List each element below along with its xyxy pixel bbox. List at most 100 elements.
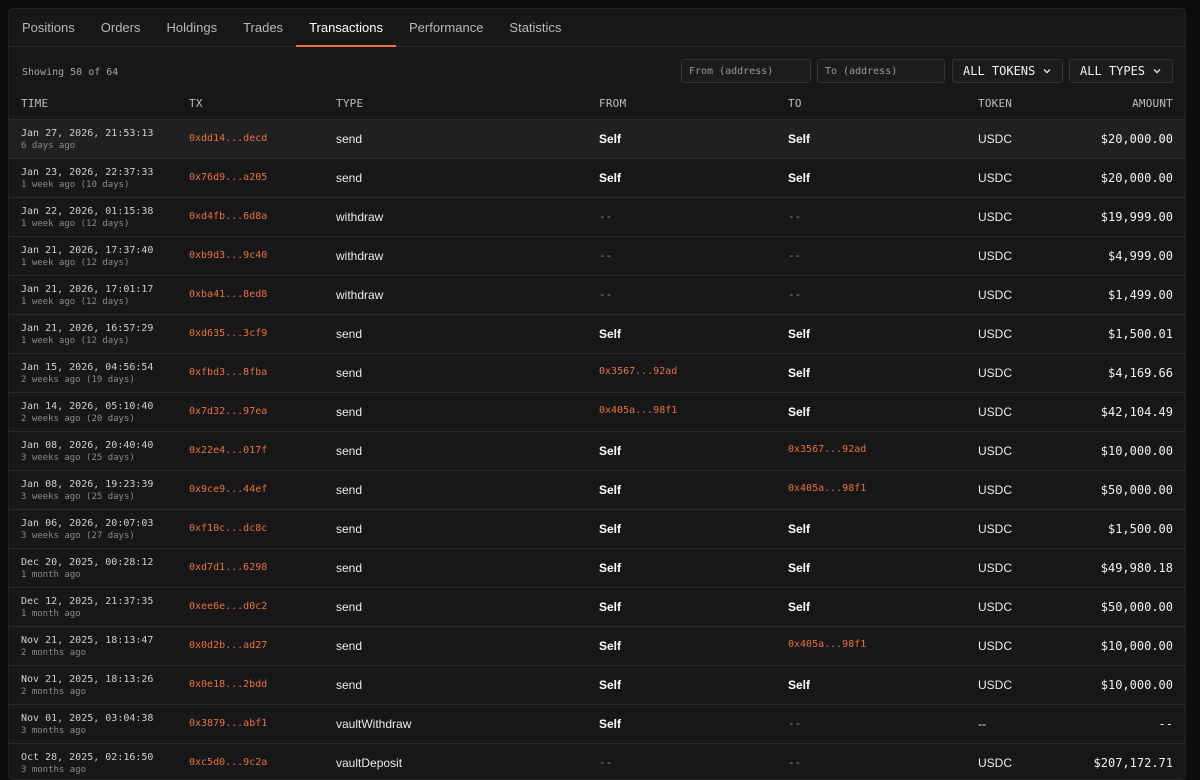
to-address: Self <box>788 366 811 380</box>
token-symbol: USDC <box>978 483 1013 497</box>
chevron-down-icon <box>1153 69 1161 74</box>
time-cell: Jan 22, 2026, 01:15:38 1 week ago (12 day… <box>21 205 153 230</box>
table-row[interactable]: Nov 21, 2025, 18:13:47 2 months ago 0x0d2b… <box>9 626 1185 665</box>
column-header-amount[interactable]: AMOUNT <box>1132 97 1173 110</box>
tx-hash-link[interactable]: 0x0d2b...ad27 <box>189 640 267 651</box>
tx-type: send <box>336 327 363 341</box>
time-cell: Jan 23, 2026, 22:37:33 1 week ago (10 day… <box>21 166 153 191</box>
tx-hash-link[interactable]: 0xd4fb...6d8a <box>189 211 267 222</box>
timestamp: Jan 08, 2026, 19:23:39 <box>21 479 154 490</box>
table-row[interactable]: Jan 23, 2026, 22:37:33 1 week ago (10 day… <box>9 158 1185 197</box>
time-cell: Dec 20, 2025, 00:28:12 1 month ago <box>21 556 153 581</box>
tx-hash-link[interactable]: 0x3879...abf1 <box>189 718 267 729</box>
token-symbol: USDC <box>978 210 1013 224</box>
tx-hash-link[interactable]: 0x76d9...a205 <box>189 172 267 183</box>
relative-time: 2 weeks ago (20 days) <box>21 414 135 424</box>
column-header-from[interactable]: FROM <box>599 97 626 110</box>
amount-value: $1,500.01 <box>1107 327 1173 341</box>
tab-trades[interactable]: Trades <box>230 9 296 46</box>
from-address[interactable]: 0x405a...98f1 <box>599 405 677 416</box>
relative-time: 1 week ago (12 days) <box>21 336 130 346</box>
token-symbol: USDC <box>978 249 1013 263</box>
tx-hash-link[interactable]: 0x9ce9...44ef <box>189 484 267 495</box>
table-row[interactable]: Nov 01, 2025, 03:04:38 3 months ago 0x3879… <box>9 704 1185 743</box>
relative-time: 2 months ago <box>21 648 87 658</box>
tab-statistics[interactable]: Statistics <box>496 9 574 46</box>
token-symbol: USDC <box>978 639 1013 653</box>
from-address: Self <box>599 600 622 614</box>
time-cell: Jan 21, 2026, 17:01:17 1 week ago (12 day… <box>21 283 153 308</box>
relative-time: 2 months ago <box>21 687 87 697</box>
table-row[interactable]: Jan 08, 2026, 20:40:40 3 weeks ago (25 da… <box>9 431 1185 470</box>
relative-time: 6 days ago <box>21 141 76 151</box>
table-row[interactable]: Jan 21, 2026, 17:01:17 1 week ago (12 day… <box>9 275 1185 314</box>
column-header-tx[interactable]: TX <box>189 97 203 110</box>
from-address[interactable]: 0x3567...92ad <box>599 366 677 377</box>
timestamp: Jan 23, 2026, 22:37:33 <box>21 167 154 178</box>
types-dropdown[interactable]: ALL TYPES <box>1069 59 1173 83</box>
table-row[interactable]: Dec 12, 2025, 21:37:35 1 month ago 0xee6e.… <box>9 587 1185 626</box>
column-header-token[interactable]: TOKEN <box>978 97 1012 110</box>
tx-type: send <box>336 171 363 185</box>
tx-hash-link[interactable]: 0x7d32...97ea <box>189 406 267 417</box>
table-row[interactable]: Jan 21, 2026, 17:37:40 1 week ago (12 day… <box>9 236 1185 275</box>
tx-type: send <box>336 405 363 419</box>
tx-type: vaultWithdraw <box>336 717 412 731</box>
table-row[interactable]: Jan 21, 2026, 16:57:29 1 week ago (12 day… <box>9 314 1185 353</box>
tx-type: vaultDeposit <box>336 756 403 770</box>
relative-time: 3 weeks ago (25 days) <box>21 453 135 463</box>
tab-positions[interactable]: Positions <box>9 9 88 46</box>
time-cell: Jan 06, 2026, 20:07:03 3 weeks ago (27 da… <box>21 517 153 542</box>
to-address[interactable]: 0x3567...92ad <box>788 444 866 455</box>
from-address: -- <box>599 288 613 301</box>
timestamp: Jan 15, 2026, 04:56:54 <box>21 362 154 373</box>
tx-hash-link[interactable]: 0xb9d3...9c40 <box>189 250 267 261</box>
tx-hash-link[interactable]: 0xd7d1...6298 <box>189 562 267 573</box>
tokens-dropdown-label: ALL TOKENS <box>963 64 1036 78</box>
relative-time: 3 months ago <box>21 765 87 775</box>
table-row[interactable]: Jan 22, 2026, 01:15:38 1 week ago (12 day… <box>9 197 1185 236</box>
column-header-time[interactable]: TIME <box>21 97 48 110</box>
table-row[interactable]: Oct 28, 2025, 02:16:50 3 months ago 0xc5d0… <box>9 743 1185 779</box>
token-symbol: USDC <box>978 132 1013 146</box>
to-address: Self <box>788 522 811 536</box>
token-symbol: USDC <box>978 600 1013 614</box>
tab-holdings[interactable]: Holdings <box>153 9 230 46</box>
relative-time: 1 week ago (10 days) <box>21 180 130 190</box>
from-address-input[interactable] <box>681 59 811 83</box>
tx-hash-link[interactable]: 0xdd14...decd <box>189 133 267 144</box>
tx-type: withdraw <box>336 210 384 224</box>
tab-orders[interactable]: Orders <box>88 9 154 46</box>
table-row[interactable]: Nov 21, 2025, 18:13:26 2 months ago 0x0e18… <box>9 665 1185 704</box>
tx-hash-link[interactable]: 0x22e4...017f <box>189 445 267 456</box>
tx-hash-link[interactable]: 0xf10c...dc8c <box>189 523 267 534</box>
from-address: Self <box>599 132 622 146</box>
tab-transactions[interactable]: Transactions <box>296 9 396 47</box>
tx-type: send <box>336 132 363 146</box>
column-header-to[interactable]: TO <box>788 97 802 110</box>
tx-hash-link[interactable]: 0xba41...8ed8 <box>189 289 267 300</box>
tab-performance[interactable]: Performance <box>396 9 496 46</box>
tx-hash-link[interactable]: 0xee6e...d0c2 <box>189 601 267 612</box>
to-address[interactable]: 0x405a...98f1 <box>788 483 866 494</box>
tab-bar: Positions Orders Holdings Trades Transaction… <box>9 9 1185 47</box>
table-row[interactable]: Jan 14, 2026, 05:10:40 2 weeks ago (20 da… <box>9 392 1185 431</box>
from-address: Self <box>599 327 622 341</box>
timestamp: Dec 20, 2025, 00:28:12 <box>21 557 154 568</box>
token-symbol: -- <box>978 717 986 731</box>
column-header-type[interactable]: TYPE <box>336 97 363 110</box>
table-row[interactable]: Jan 15, 2026, 04:56:54 2 weeks ago (19 da… <box>9 353 1185 392</box>
table-row[interactable]: Jan 27, 2026, 21:53:13 6 days ago 0xdd14..… <box>9 119 1185 158</box>
table-row[interactable]: Jan 08, 2026, 19:23:39 3 weeks ago (25 da… <box>9 470 1185 509</box>
tokens-dropdown[interactable]: ALL TOKENS <box>952 59 1063 83</box>
amount-value: $1,500.00 <box>1107 522 1173 536</box>
tx-hash-link[interactable]: 0x0e18...2bdd <box>189 679 267 690</box>
token-symbol: USDC <box>978 327 1013 341</box>
tx-hash-link[interactable]: 0xfbd3...8fba <box>189 367 267 378</box>
to-address[interactable]: 0x405a...98f1 <box>788 639 866 650</box>
to-address: -- <box>788 717 802 730</box>
to-address-input[interactable] <box>817 59 945 83</box>
table-row[interactable]: Dec 20, 2025, 00:28:12 1 month ago 0xd7d1.… <box>9 548 1185 587</box>
tx-hash-link[interactable]: 0xd635...3cf9 <box>189 328 267 339</box>
table-row[interactable]: Jan 06, 2026, 20:07:03 3 weeks ago (27 da… <box>9 509 1185 548</box>
